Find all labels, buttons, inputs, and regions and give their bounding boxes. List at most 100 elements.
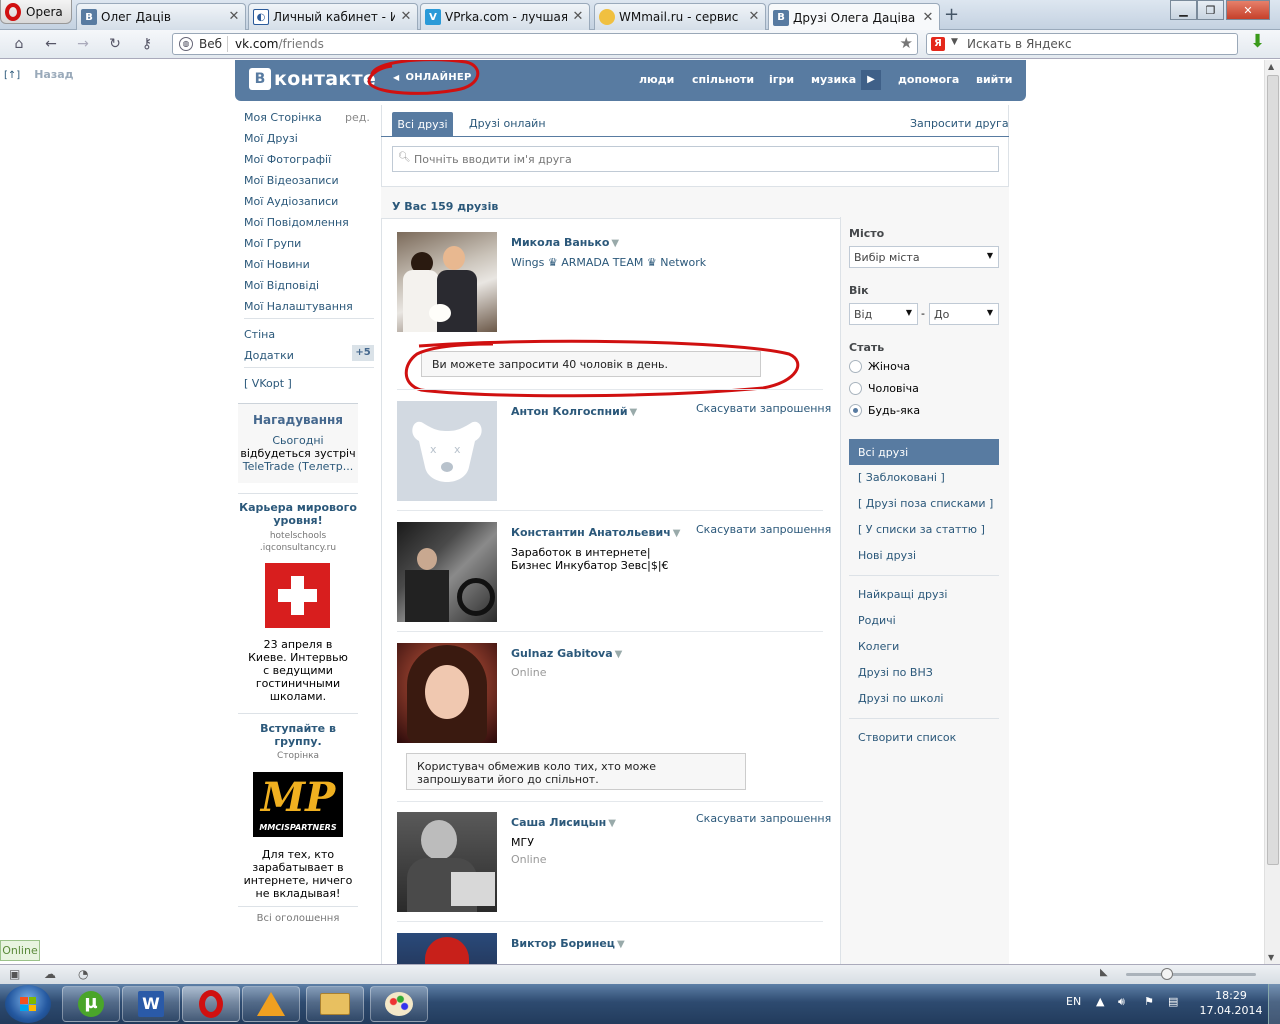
friend-avatar[interactable]: [397, 522, 497, 622]
scroll-down-icon[interactable]: ▼: [1268, 953, 1274, 962]
menu-games[interactable]: ігри: [769, 73, 794, 86]
home-icon[interactable]: ⌂: [10, 36, 28, 52]
friend-name[interactable]: Константин Анатольевич ▼: [511, 526, 680, 539]
zoom-out-icon[interactable]: ◣: [1100, 967, 1108, 978]
ad2-text[interactable]: Для тех, кто зарабатывает в интернете, н…: [238, 848, 358, 900]
play-icon[interactable]: ▶: [861, 70, 881, 90]
friend-name[interactable]: Gulnaz Gabitova ▼: [511, 647, 622, 660]
show-desktop-button[interactable]: [1268, 984, 1280, 1024]
radio-any-label[interactable]: Будь-яка: [868, 404, 920, 417]
left-menu-item-audios[interactable]: Мої Аудіозаписи: [244, 195, 338, 208]
list-all-friends-selected[interactable]: Всі друзі: [849, 439, 999, 465]
cancel-invite-link[interactable]: Скасувати запрошення: [696, 523, 831, 536]
browser-tab[interactable]: V VPrka.com - лучшая б... ✕: [420, 3, 590, 30]
yandex-search-field[interactable]: Я ▼ Искать в Яндекс: [926, 33, 1238, 55]
swiss-flag-image[interactable]: [265, 563, 330, 628]
paint-icon[interactable]: [370, 986, 428, 1022]
friend-avatar[interactable]: [397, 933, 497, 964]
list-family[interactable]: Родичі: [858, 614, 896, 627]
menu-music[interactable]: музика: [811, 73, 856, 86]
browser-tab[interactable]: В Олег Даців ✕: [76, 3, 246, 30]
tab-friends-online[interactable]: Друзі онлайн: [469, 117, 546, 130]
ad2-title[interactable]: Вступайте в группу.: [238, 722, 358, 748]
forward-icon[interactable]: →: [74, 36, 92, 52]
edit-link[interactable]: ред.: [345, 111, 370, 124]
menu-help[interactable]: допомога: [898, 73, 959, 86]
zoom-slider-track[interactable]: [1126, 973, 1256, 976]
new-tab-icon[interactable]: +: [944, 6, 959, 24]
left-menu-item-settings[interactable]: Мої Налаштування: [244, 300, 353, 313]
opera-menu-button[interactable]: Opera: [0, 0, 72, 24]
list-university[interactable]: Друзі по ВНЗ: [858, 666, 933, 679]
radio-female[interactable]: [849, 360, 862, 373]
menu-communities[interactable]: спільноти: [692, 73, 754, 86]
cloud-icon[interactable]: ☁: [44, 967, 56, 981]
volume-icon[interactable]: 🔊︎: [1118, 995, 1125, 1009]
key-icon[interactable]: ⚷: [138, 36, 156, 52]
ad1-text[interactable]: 23 апреля в Киеве. Интервью с ведущими г…: [238, 638, 358, 703]
start-button[interactable]: [5, 985, 51, 1023]
mmcis-logo-image[interactable]: MP MMCISPARTNERS: [253, 772, 343, 837]
city-select[interactable]: Вибір міста ▼: [849, 246, 999, 268]
age-to-select[interactable]: До ▼: [929, 303, 999, 325]
apps-count-badge[interactable]: +5: [352, 345, 374, 361]
left-menu-item-photos[interactable]: Мої Фотографії: [244, 153, 331, 166]
age-from-select[interactable]: Від ▼: [849, 303, 918, 325]
left-menu-item-wall[interactable]: Стіна: [244, 328, 275, 341]
back-link[interactable]: [↑] Назад: [4, 68, 74, 81]
close-icon[interactable]: ✕: [747, 10, 761, 24]
radio-any[interactable]: [849, 404, 862, 417]
left-menu-item-messages[interactable]: Мої Повідомлення: [244, 216, 349, 229]
close-icon[interactable]: ✕: [571, 10, 585, 24]
list-school[interactable]: Друзі по школі: [858, 692, 943, 705]
restore-icon[interactable]: ❐: [1197, 0, 1224, 20]
scroll-thumb[interactable]: [1267, 75, 1279, 865]
left-menu-item-groups[interactable]: Мої Групи: [244, 237, 301, 250]
browser-tab[interactable]: ◐ Личный кабинет - Ис... ✕: [248, 3, 418, 30]
arch-icon[interactable]: [242, 986, 300, 1022]
close-icon[interactable]: ✕: [399, 10, 413, 24]
friend-search-input[interactable]: 🔍︎ Почніть вводити ім'я друга: [392, 146, 999, 172]
left-menu-item-news[interactable]: Мої Новини: [244, 258, 310, 271]
left-menu-item-replies[interactable]: Мої Відповіді: [244, 279, 319, 292]
close-icon[interactable]: ✕: [227, 10, 241, 24]
bookmark-star-icon[interactable]: ★: [900, 34, 913, 52]
speed-dial-icon[interactable]: ◔: [78, 967, 88, 981]
network-icon[interactable]: ▤: [1168, 995, 1178, 1008]
word-icon[interactable]: W: [122, 986, 180, 1022]
left-menu-item-apps[interactable]: Додатки: [244, 349, 294, 362]
radio-male-label[interactable]: Чоловіча: [868, 382, 919, 395]
language-indicator[interactable]: EN: [1066, 995, 1081, 1008]
utorrent-icon[interactable]: µ: [62, 986, 120, 1022]
friend-name[interactable]: Саша Лисицын ▼: [511, 816, 616, 829]
radio-female-label[interactable]: Жіноча: [868, 360, 910, 373]
reminder-line3[interactable]: TeleTrade (Телетр...: [238, 460, 358, 473]
explorer-icon[interactable]: [306, 986, 364, 1022]
action-center-icon[interactable]: ⚑: [1144, 995, 1154, 1008]
chevron-down-icon[interactable]: ▼: [615, 649, 623, 660]
friend-name[interactable]: Микола Ванько ▼: [511, 236, 619, 249]
chevron-down-icon[interactable]: ▼: [951, 37, 958, 47]
chevron-down-icon[interactable]: ▼: [617, 939, 625, 950]
friend-avatar[interactable]: [397, 812, 497, 912]
radio-male[interactable]: [849, 382, 862, 395]
ad1-title[interactable]: Карьера мирового уровня!: [238, 501, 358, 527]
browser-tab[interactable]: WMmail.ru - сервис п... ✕: [594, 3, 766, 30]
cancel-invite-link[interactable]: Скасувати запрошення: [696, 402, 831, 415]
panel-toggle-icon[interactable]: ▣: [9, 967, 20, 981]
friend-name[interactable]: Виктор Боринец ▼: [511, 937, 625, 950]
zoom-slider-handle[interactable]: [1161, 968, 1173, 980]
list-new-friends[interactable]: Нові друзі: [858, 549, 916, 562]
friend-info[interactable]: Wings ♛ ARMADA TEAM ♛ Network: [511, 256, 706, 269]
all-ads-link[interactable]: Всі оголошення: [238, 913, 358, 924]
chevron-down-icon[interactable]: ▼: [608, 818, 616, 829]
download-icon[interactable]: ⬇: [1250, 32, 1268, 52]
menu-logout[interactable]: вийти: [976, 73, 1012, 86]
friend-avatar[interactable]: [397, 232, 497, 332]
friend-avatar-default[interactable]: x x: [397, 401, 497, 501]
left-menu-item-vkopt[interactable]: [ VKopt ]: [244, 377, 292, 390]
invite-friend-link[interactable]: Запросити друга: [910, 117, 1009, 130]
left-menu-item-videos[interactable]: Мої Відеозаписи: [244, 174, 339, 187]
window-close-icon[interactable]: ✕: [1226, 0, 1270, 20]
tab-all-friends[interactable]: Всі друзі: [392, 112, 453, 137]
